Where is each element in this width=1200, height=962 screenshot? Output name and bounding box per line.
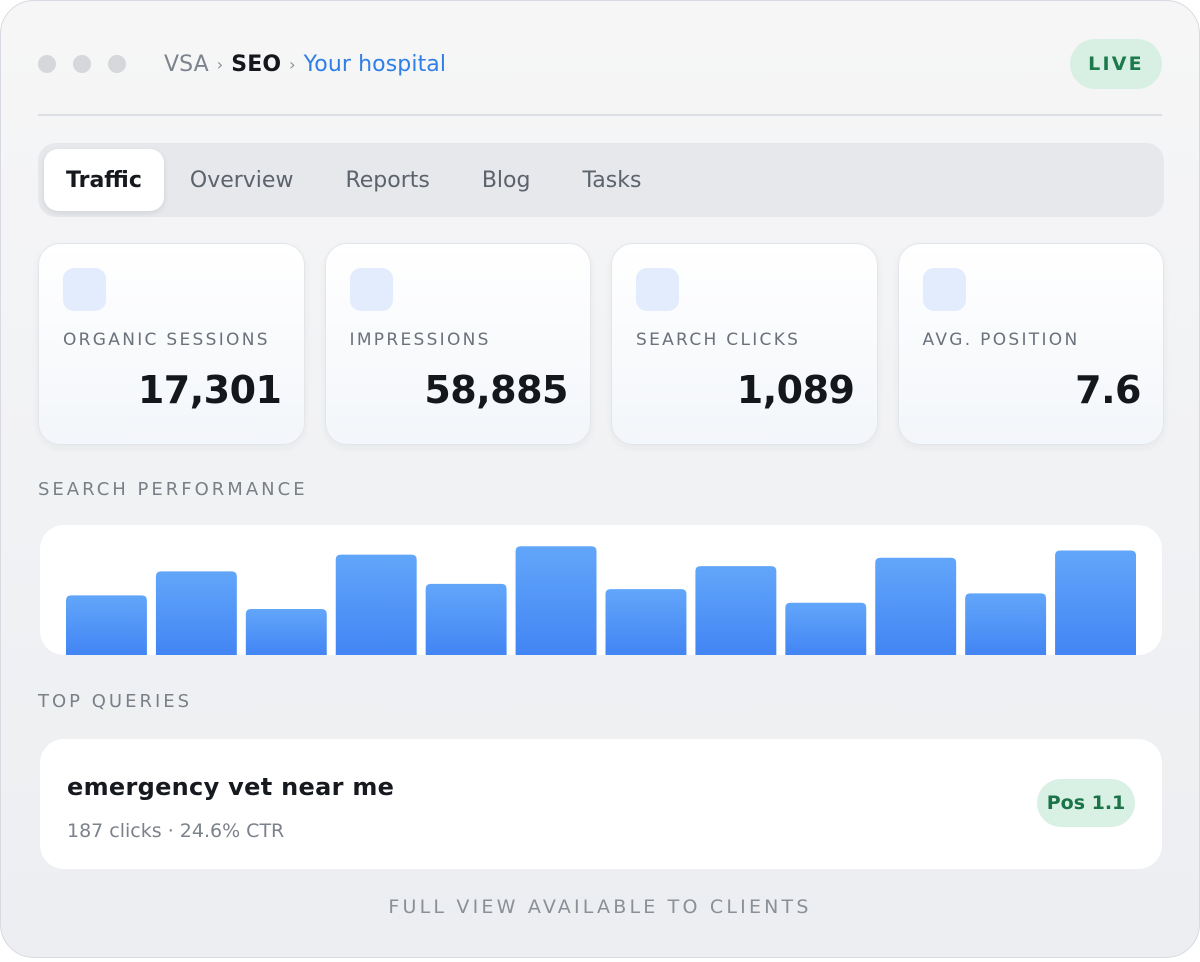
- app-window: VSA › SEO › Your hospital LIVE Traffic O…: [0, 0, 1200, 958]
- sessions-icon: [63, 268, 106, 311]
- close-dot[interactable]: [38, 55, 56, 73]
- chart-bar-11: [965, 593, 1047, 655]
- stats-row: ORGANIC SESSIONS 17,301 IMPRESSIONS 58,8…: [38, 243, 1164, 445]
- stat-label: IMPRESSIONS: [349, 330, 491, 350]
- position-icon: [922, 268, 966, 311]
- tab-tasks[interactable]: Tasks: [556, 149, 667, 211]
- breadcrumb: VSA › SEO › Your hospital: [164, 52, 446, 77]
- stat-card-organic-sessions: ORGANIC SESSIONS 17,301: [38, 243, 305, 445]
- chart-bar-12: [1055, 550, 1136, 655]
- chart-bar-6: [515, 546, 597, 655]
- impressions-icon: [349, 268, 393, 311]
- breadcrumb-section[interactable]: SEO: [231, 52, 281, 77]
- breadcrumb-root[interactable]: VSA: [164, 52, 209, 77]
- tab-blog[interactable]: Blog: [456, 149, 557, 211]
- stat-card-impressions: IMPRESSIONS 58,885: [324, 243, 591, 445]
- tab-bar: Traffic Overview Reports Blog Tasks: [38, 143, 1164, 217]
- position-badge: Pos 1.1: [1037, 779, 1135, 827]
- chart-bar-7: [605, 589, 687, 655]
- header-divider: [38, 114, 1162, 116]
- stat-value: 1,089: [736, 368, 855, 412]
- maximize-dot[interactable]: [108, 55, 126, 73]
- stat-card-search-clicks: SEARCH CLICKS 1,089: [611, 243, 878, 445]
- query-text: emergency vet near me: [67, 773, 395, 801]
- chart-bar-5: [425, 583, 507, 655]
- bar-chart-svg: [66, 546, 1136, 655]
- live-status-badge: LIVE: [1070, 39, 1162, 89]
- stat-label: AVG. POSITION: [922, 330, 1080, 350]
- chevron-right-icon: ›: [216, 54, 224, 74]
- breadcrumb-current-page[interactable]: Your hospital: [304, 52, 446, 77]
- minimize-dot[interactable]: [73, 55, 91, 73]
- chart-bar-10: [875, 557, 957, 655]
- stat-card-avg-position: AVG. POSITION 7.6: [897, 243, 1164, 445]
- query-item[interactable]: emergency vet near me 187 clicks · 24.6%…: [40, 739, 1162, 869]
- stat-value: 58,885: [424, 368, 568, 412]
- tab-overview[interactable]: Overview: [164, 149, 320, 211]
- chart-bar-2: [155, 571, 237, 655]
- stat-label: SEARCH CLICKS: [636, 330, 801, 350]
- chart-bar-4: [335, 554, 417, 655]
- stat-value: 7.6: [1075, 368, 1141, 412]
- query-meta: 187 clicks · 24.6% CTR: [67, 820, 285, 842]
- search-performance-chart: [40, 525, 1162, 655]
- window-controls: [38, 55, 126, 73]
- stat-value: 17,301: [137, 368, 282, 412]
- chart-bar-3: [245, 609, 327, 655]
- chart-bar-8: [695, 566, 777, 655]
- title-bar: VSA › SEO › Your hospital LIVE: [38, 37, 1162, 91]
- stat-label: ORGANIC SESSIONS: [63, 330, 270, 350]
- footer-note: FULL VIEW AVAILABLE TO CLIENTS: [388, 896, 812, 918]
- top-queries-heading: TOP QUERIES: [38, 691, 193, 712]
- chevron-right-icon: ›: [289, 54, 296, 74]
- search-performance-heading: SEARCH PERFORMANCE: [38, 479, 308, 500]
- chart-bar-9: [785, 602, 867, 655]
- tab-traffic[interactable]: Traffic: [44, 149, 164, 211]
- chart-bar-1: [66, 595, 147, 655]
- tab-reports[interactable]: Reports: [319, 149, 455, 211]
- clicks-icon: [636, 268, 679, 311]
